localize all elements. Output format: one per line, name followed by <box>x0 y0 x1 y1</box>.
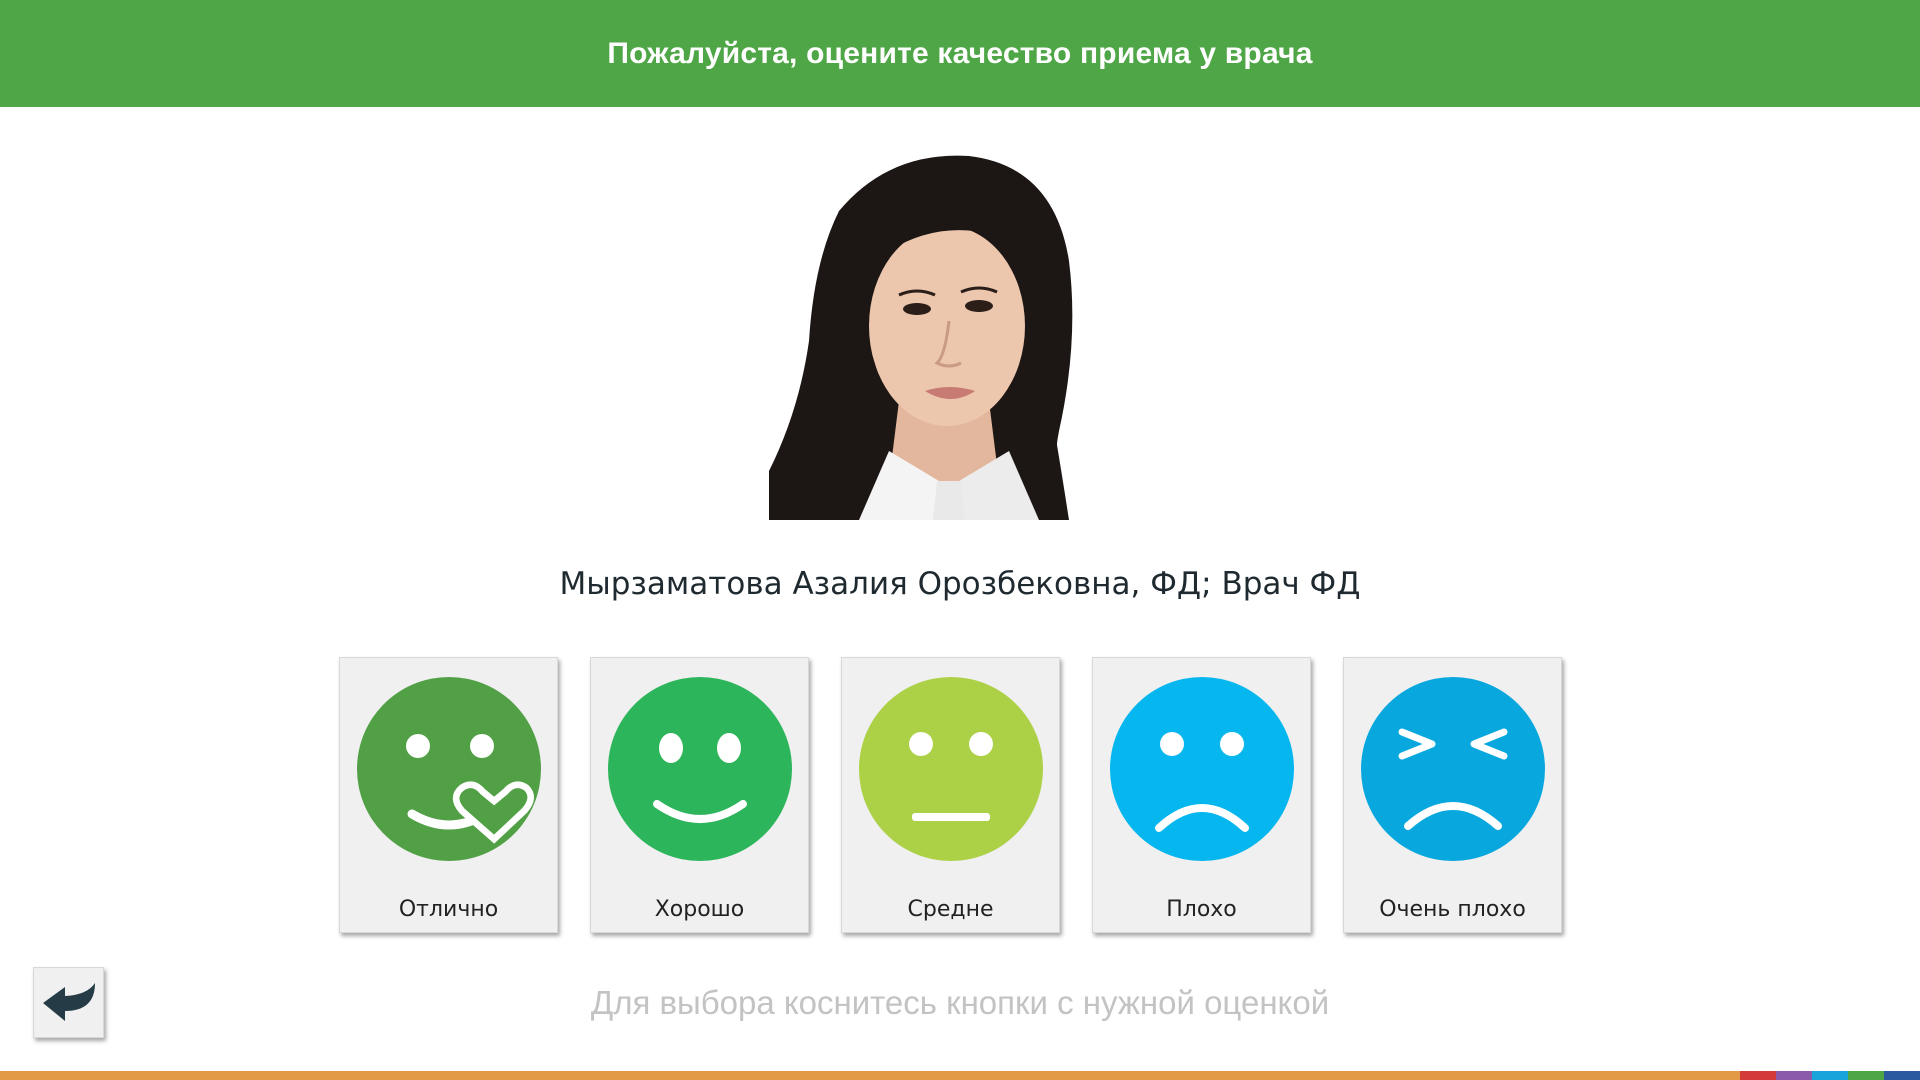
footer-segment <box>1848 1071 1884 1080</box>
header-bar: Пожалуйста, оцените качество приема у вр… <box>0 0 1920 107</box>
rating-label: Хорошо <box>654 897 745 922</box>
neutral-face-icon <box>859 677 1043 861</box>
footer-segment <box>1812 1071 1848 1080</box>
doctor-portrait-image <box>769 155 1073 520</box>
smile-heart-icon <box>357 677 541 861</box>
footer-segment <box>1740 1071 1776 1080</box>
rating-buttons: Отлично Хорошо Средне Плохо Очень плохо <box>339 657 1564 934</box>
rating-good-button[interactable]: Хорошо <box>590 657 809 933</box>
rating-very-bad-button[interactable]: Очень плохо <box>1343 657 1562 933</box>
footer-segment <box>1884 1071 1920 1080</box>
footer-segment <box>1776 1071 1812 1080</box>
very-sad-face-icon <box>1361 677 1545 861</box>
smile-icon <box>608 677 792 861</box>
doctor-photo <box>769 151 1126 520</box>
rating-average-button[interactable]: Средне <box>841 657 1060 933</box>
footer-strip <box>0 1071 1740 1080</box>
rating-label: Отлично <box>398 897 499 922</box>
rating-bad-button[interactable]: Плохо <box>1092 657 1311 933</box>
rating-label: Плохо <box>1166 897 1237 922</box>
footer-bar <box>0 1071 1920 1080</box>
rating-screen: Пожалуйста, оцените качество приема у вр… <box>0 0 1920 1080</box>
instruction-hint: Для выбора коснитесь кнопки с нужной оце… <box>590 984 1330 1021</box>
sad-face-icon <box>1110 677 1294 861</box>
rating-label: Средне <box>907 897 994 922</box>
rating-label: Очень плохо <box>1379 897 1526 922</box>
doctor-name: Мырзаматова Азалия Орозбековна, ФД; Врач… <box>559 566 1361 602</box>
rating-excellent-button[interactable]: Отлично <box>339 657 558 933</box>
page-title: Пожалуйста, оцените качество приема у вр… <box>607 36 1313 70</box>
